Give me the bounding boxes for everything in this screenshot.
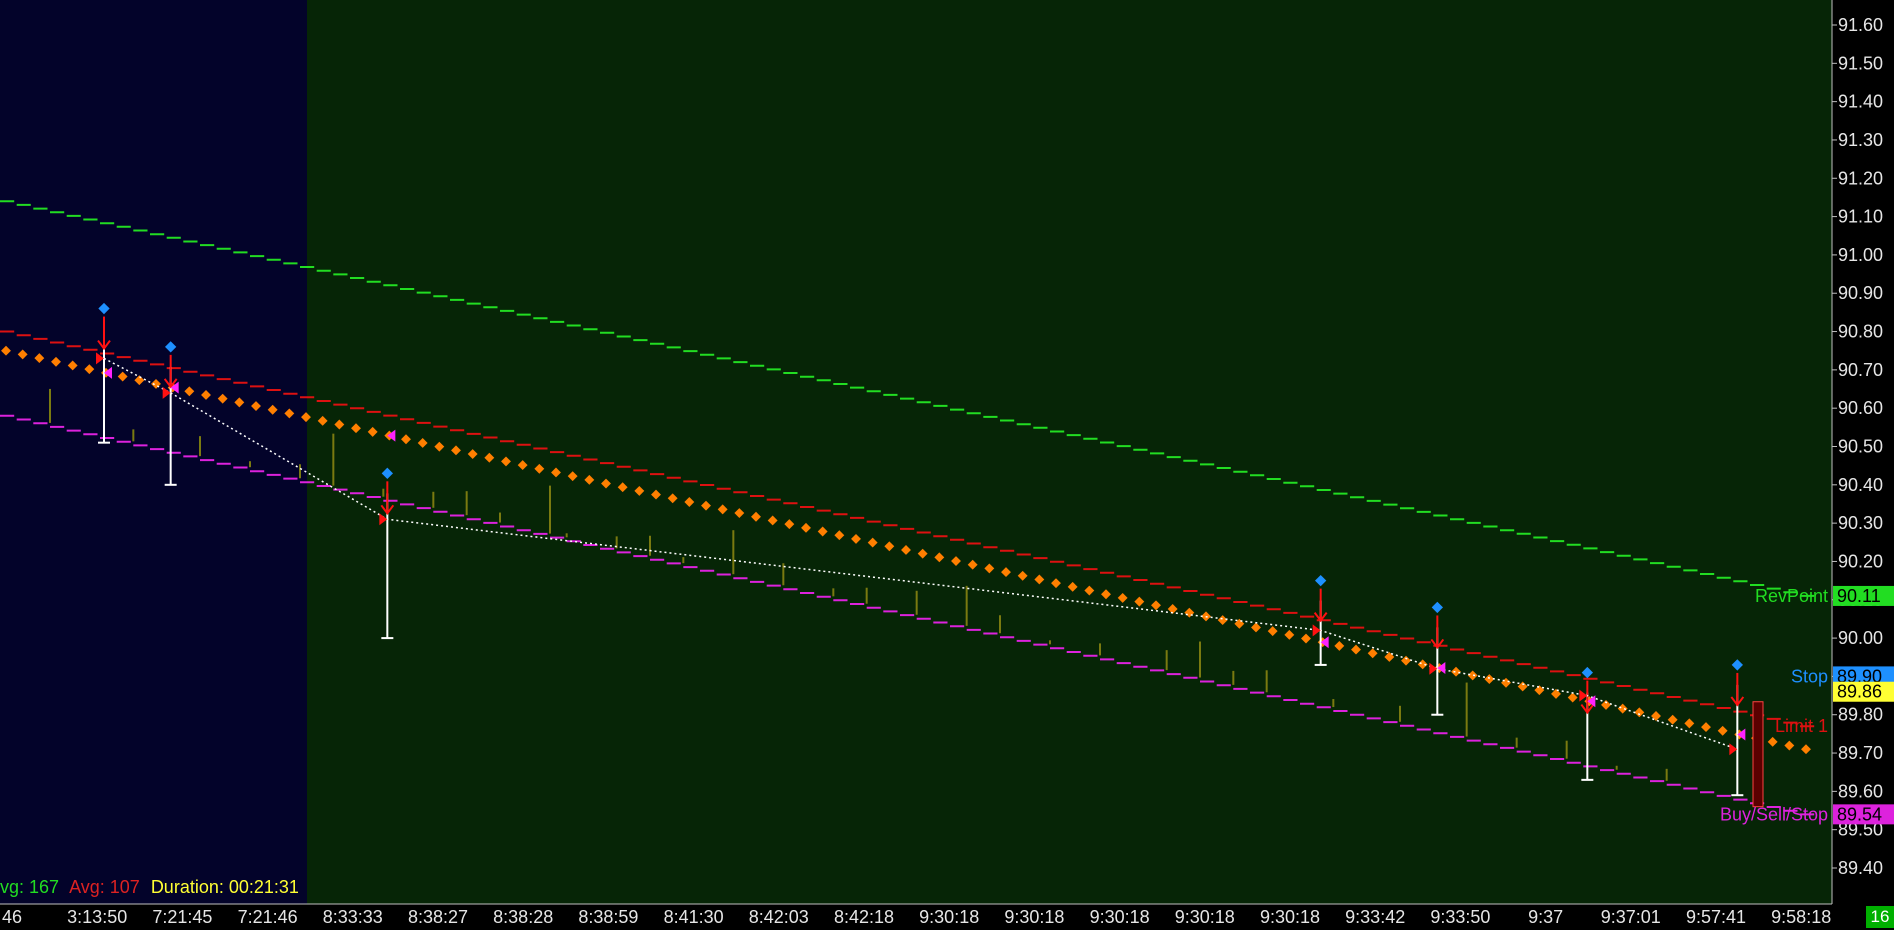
y-tick-label: 91.00: [1838, 245, 1883, 265]
y-tick-label: 90.80: [1838, 322, 1883, 342]
y-tick-label: 91.10: [1838, 207, 1883, 227]
duration-readout: Duration: 00:21:31: [150, 877, 299, 897]
price-tag-label: RevPoint: [1755, 586, 1828, 606]
x-tick-label: 9:30:18: [1004, 907, 1064, 927]
y-tick-label: 89.80: [1838, 705, 1883, 725]
x-tick-label: 8:42:18: [834, 907, 894, 927]
x-tick-label: 9:37: [1528, 907, 1563, 927]
status-bar: vg: 167 Avg: 107 Duration: 00:21:31: [0, 875, 305, 899]
x-tick-label: 9:33:50: [1430, 907, 1490, 927]
x-tick-label: 9:30:18: [1260, 907, 1320, 927]
x-tick-label: 8:41:30: [664, 907, 724, 927]
session-background-pre: [0, 0, 307, 904]
y-tick-label: 90.40: [1838, 475, 1883, 495]
average-readout: Avg: 107: [69, 877, 140, 897]
chart-area[interactable]: 91.60 91.50 91.40 91.30 91.20 91.10 91.00 90.90…: [0, 0, 1894, 930]
price-chart[interactable]: 91.60 91.50 91.40 91.30 91.20 91.10 91.00 90.90…: [0, 0, 1894, 930]
y-tick-label: 90.00: [1838, 628, 1883, 648]
x-tick-label: 9:37:01: [1601, 907, 1661, 927]
x-tick-label: 8:38:59: [578, 907, 638, 927]
y-tick-label: 90.50: [1838, 437, 1883, 457]
y-tick-label: 90.90: [1838, 283, 1883, 303]
price-tag-value: 89.54: [1837, 804, 1882, 824]
x-tick-label: 9:57:41: [1686, 907, 1746, 927]
x-tick-label: 9:58:18: [1771, 907, 1831, 927]
y-tick-label: 91.50: [1838, 53, 1883, 73]
y-tick-label: 91.30: [1838, 130, 1883, 150]
y-tick-label: 91.40: [1838, 92, 1883, 112]
y-tick-label: 91.60: [1838, 15, 1883, 35]
y-tick-label: 90.20: [1838, 551, 1883, 571]
last-candle: [1752, 701, 1764, 808]
x-tick-label: 8:38:27: [408, 907, 468, 927]
x-tick-label: 7:21:46: [238, 907, 298, 927]
x-tick-label: 8:38:28: [493, 907, 553, 927]
y-tick-label: 90.30: [1838, 513, 1883, 533]
y-tick-label: 90.70: [1838, 360, 1883, 380]
y-tick-label: 89.70: [1838, 743, 1883, 763]
y-tick-label: 89.60: [1838, 781, 1883, 801]
x-tick-label: 3:13:50: [67, 907, 127, 927]
x-tick-label: 9:33:42: [1345, 907, 1405, 927]
limit-label: Limit 1: [1775, 716, 1828, 736]
price-tag-label: Stop: [1791, 666, 1828, 686]
volume-average-readout: vg: 167: [0, 877, 60, 897]
x-tick-label: 9:30:18: [1090, 907, 1150, 927]
x-tick-label: 9:30:18: [1175, 907, 1235, 927]
x-tick-label: 46: [2, 907, 22, 927]
price-tag-value: 90.11: [1837, 586, 1881, 606]
y-tick-label: 91.20: [1838, 168, 1883, 188]
price-tag-value: 89.86: [1837, 682, 1882, 702]
x-tick-label: 8:42:03: [749, 907, 809, 927]
x-tick-label: 9:30:18: [919, 907, 979, 927]
corner-badge[interactable]: 16: [1866, 906, 1894, 928]
x-tick-label: 7:21:45: [152, 907, 212, 927]
y-tick-label: 90.60: [1838, 398, 1883, 418]
price-tag-label: Buy/Sell/Stop: [1720, 804, 1828, 824]
x-tick-label: 8:33:33: [323, 907, 383, 927]
y-tick-label: 89.40: [1838, 858, 1883, 878]
session-background-main: [307, 0, 1832, 904]
